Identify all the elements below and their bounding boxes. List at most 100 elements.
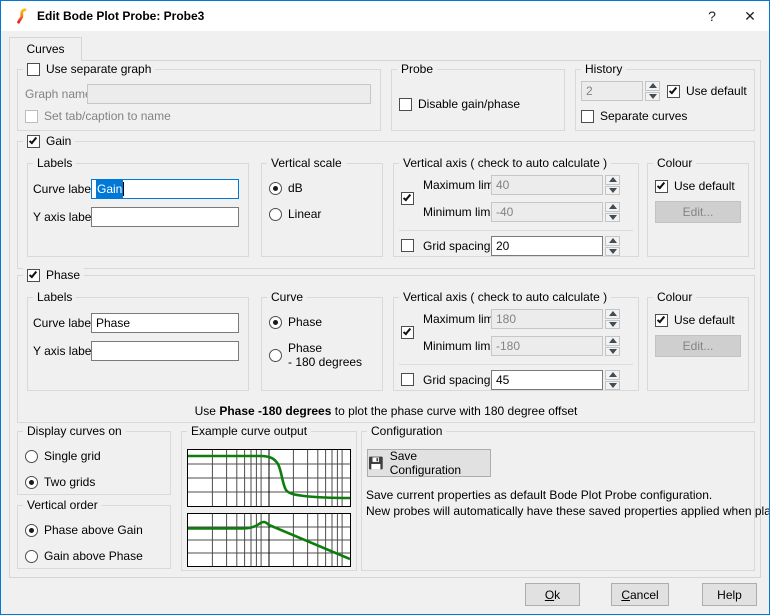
separator: [399, 364, 633, 365]
phase-auto-calculate-checkbox[interactable]: [401, 326, 414, 339]
radio-circle: [25, 450, 38, 463]
spin-down-button[interactable]: [605, 247, 620, 257]
separator: [399, 230, 633, 231]
spin-down-button[interactable]: [645, 92, 660, 102]
phase-maximum-label: Maximum limit: [423, 312, 500, 327]
checkbox-box: [401, 239, 414, 252]
phase-grid-spacing-checkbox[interactable]: [401, 373, 414, 386]
window-title: Edit Bode Plot Probe: Probe3: [37, 1, 204, 31]
help-titlebar-button[interactable]: ?: [693, 1, 731, 31]
spin-up-button[interactable]: [645, 81, 660, 91]
disable-gain-phase-checkbox[interactable]: Disable gain/phase: [399, 97, 520, 111]
gain-colour-edit-button: Edit...: [655, 201, 741, 223]
triangle-down-icon: [649, 94, 657, 99]
spin-down-button[interactable]: [605, 347, 620, 357]
phase-colour-use-default-checkbox[interactable]: Use default: [655, 313, 735, 327]
radio-phase[interactable]: Phase: [269, 315, 322, 329]
gain-colour-legend: Colour: [653, 156, 696, 171]
gain-grid-spacing-spinner: [605, 236, 620, 256]
gain-curve-label: Curve label: [33, 182, 94, 197]
checkbox-box: [667, 85, 680, 98]
gain-vertical-scale-legend: Vertical scale: [267, 156, 346, 171]
vertical-order-legend: Vertical order: [23, 498, 102, 513]
triangle-up-icon: [609, 238, 617, 243]
radio-phase-above-gain[interactable]: Phase above Gain: [25, 523, 143, 537]
display-curves-legend: Display curves on: [23, 424, 126, 439]
radio-circle: [25, 524, 38, 537]
gain-auto-calculate-checkbox[interactable]: [401, 192, 414, 205]
gain-grid-spacing-checkbox[interactable]: [401, 239, 414, 252]
tab-curves[interactable]: Curves: [9, 37, 82, 61]
graph-name-label: Graph name: [25, 87, 92, 102]
save-configuration-button[interactable]: Save Configuration: [367, 449, 491, 477]
gain-colour-use-default-checkbox[interactable]: Use default: [655, 179, 735, 193]
gain-y-axis-input[interactable]: [91, 207, 239, 227]
radio-linear[interactable]: Linear: [269, 207, 321, 221]
gain-minimum-input: -40: [491, 202, 603, 222]
checkbox-box: [655, 180, 668, 193]
radio-phase-minus-180[interactable]: Phase - 180 degrees: [269, 341, 362, 369]
gain-plot-svg: [188, 514, 350, 566]
gain-curve-label-input[interactable]: Gain: [91, 179, 239, 199]
history-count-input: 2: [581, 81, 643, 101]
spin-up-button[interactable]: [605, 236, 620, 246]
use-separate-graph-checkbox[interactable]: Use separate graph: [23, 62, 155, 76]
spin-down-button[interactable]: [605, 381, 620, 391]
ok-button[interactable]: Ok: [525, 583, 580, 606]
radio-dot-icon: [29, 528, 34, 533]
phase-grid-spacing-input[interactable]: 45: [491, 370, 603, 390]
check-icon: [657, 314, 665, 323]
radio-circle: [269, 349, 282, 362]
phase-offset-hint: Use Phase -180 degrees to plot the phase…: [17, 403, 755, 419]
checkbox-box: [655, 314, 668, 327]
example-phase-plot: [187, 449, 351, 507]
radio-gain-above-phase[interactable]: Gain above Phase: [25, 549, 143, 563]
radio-two-grids[interactable]: Two grids: [25, 475, 95, 489]
title-bar: Edit Bode Plot Probe: Probe3 ? ✕: [1, 1, 769, 31]
spin-down-button[interactable]: [605, 320, 620, 330]
triangle-up-icon: [649, 83, 657, 88]
check-icon: [669, 85, 677, 94]
checkbox-box: [27, 135, 40, 148]
phase-y-axis-label: Y axis label: [33, 344, 94, 359]
graph-name-input: [87, 84, 371, 104]
triangle-down-icon: [609, 188, 617, 193]
phase-y-axis-input[interactable]: [91, 341, 239, 361]
history-spinner: [645, 81, 660, 101]
spin-up-button[interactable]: [605, 202, 620, 212]
example-gain-plot: [187, 513, 351, 567]
triangle-down-icon: [609, 322, 617, 327]
gain-grid-spacing-input[interactable]: 20: [491, 236, 603, 256]
spin-up-button[interactable]: [605, 175, 620, 185]
spin-up-button[interactable]: [605, 309, 620, 319]
phase-curve-legend: Curve: [267, 290, 307, 305]
configuration-description-line1: Save current properties as default Bode …: [366, 487, 712, 503]
phase-enable-checkbox[interactable]: Phase: [23, 268, 84, 282]
spin-up-button[interactable]: [605, 370, 620, 380]
radio-single-grid[interactable]: Single grid: [25, 449, 101, 463]
gain-vertical-axis-legend: Vertical axis ( check to auto calculate …: [399, 156, 611, 171]
gain-enable-checkbox[interactable]: Gain: [23, 134, 75, 148]
phase-plot-svg: [188, 450, 350, 506]
radio-circle: [269, 182, 282, 195]
cancel-button[interactable]: Cancel: [611, 583, 669, 606]
checkbox-box: [401, 326, 414, 339]
triangle-down-icon: [609, 215, 617, 220]
text-caret: [123, 182, 124, 196]
phase-curve-label-input[interactable]: Phase: [91, 313, 239, 333]
probe-legend: Probe: [397, 62, 437, 77]
spin-down-button[interactable]: [605, 186, 620, 196]
radio-db[interactable]: dB: [269, 181, 303, 195]
phase-colour-edit-button: Edit...: [655, 335, 741, 357]
radio-dot-icon: [29, 480, 34, 485]
help-button[interactable]: Help: [702, 583, 757, 606]
checkbox-box: [581, 110, 594, 123]
phase-minimum-input: -180: [491, 336, 603, 356]
spin-up-button[interactable]: [605, 336, 620, 346]
triangle-down-icon: [609, 383, 617, 388]
check-icon: [29, 269, 37, 278]
history-use-default-checkbox[interactable]: Use default: [667, 84, 747, 98]
separate-curves-checkbox[interactable]: Separate curves: [581, 109, 687, 123]
spin-down-button[interactable]: [605, 213, 620, 223]
close-button[interactable]: ✕: [731, 1, 769, 31]
